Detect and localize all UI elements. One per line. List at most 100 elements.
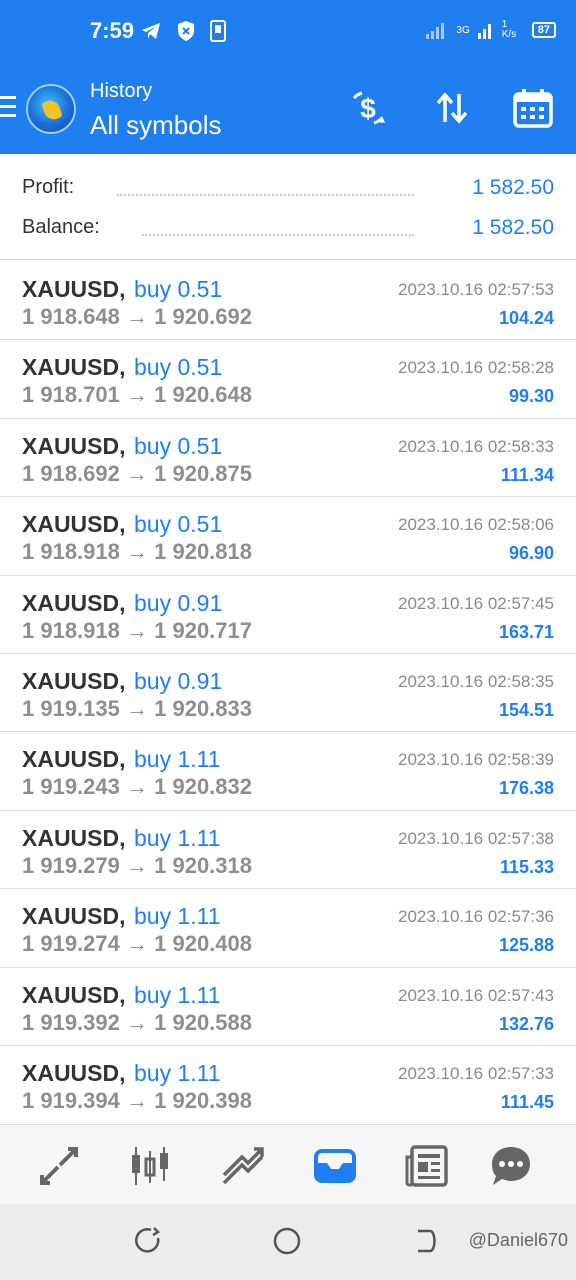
arrow-icon: → (126, 539, 148, 565)
arrow-icon: → (126, 1087, 148, 1113)
trade-icon[interactable] (220, 1143, 266, 1189)
symbol-filter[interactable]: All symbols (90, 110, 221, 141)
profit-row: Profit: 1 582.50 (22, 176, 554, 206)
trade-time: 2023.10.16 02:57:33 (398, 1063, 554, 1083)
arrow-icon: → (126, 382, 148, 408)
trade-row[interactable]: XAUUSD, buy 0.51 1 918.701 → 1 920.648 2… (0, 340, 576, 419)
balance-value: 1 582.50 (472, 216, 554, 239)
trade-type: buy 1.11 (134, 746, 221, 773)
chat-icon[interactable] (488, 1143, 534, 1189)
network-speed: 1 K/s (501, 19, 517, 40)
chart-icon[interactable] (128, 1143, 174, 1189)
calendar-icon[interactable] (512, 88, 553, 128)
close-price: 1 920.398 (154, 1087, 252, 1113)
recents-icon[interactable] (134, 1226, 164, 1256)
trade-profit: 96.90 (508, 543, 554, 564)
trade-type: buy 0.51 (134, 276, 223, 302)
dotted-leader (117, 194, 414, 196)
deals-filter-icon[interactable]: $ (348, 88, 388, 128)
trade-time: 2023.10.16 02:58:28 (398, 358, 554, 378)
open-price: 1 919.135 (22, 695, 120, 721)
trade-time: 2023.10.16 02:58:33 (398, 436, 554, 456)
trade-profit: 163.71 (498, 621, 554, 642)
close-price: 1 920.818 (154, 539, 252, 565)
status-icons-right: 3G 1 K/s 87 (426, 20, 556, 40)
trade-symbol: XAUUSD, (22, 981, 126, 1008)
back-icon[interactable] (412, 1226, 442, 1256)
close-price: 1 920.648 (154, 382, 252, 408)
trade-type: buy 0.51 (134, 511, 223, 538)
open-price: 1 919.274 (22, 931, 120, 957)
trade-list: XAUUSD, buy 0.51 1 918.648 → 1 920.692 2… (0, 262, 576, 1125)
trade-symbol: XAUUSD, (22, 589, 126, 616)
status-icons-left (140, 20, 226, 42)
trade-time: 2023.10.16 02:58:06 (398, 515, 554, 535)
trade-row[interactable]: XAUUSD, buy 0.91 1 918.918 → 1 920.717 2… (0, 575, 576, 654)
trade-row[interactable]: XAUUSD, buy 1.11 1 919.274 → 1 920.408 2… (0, 889, 576, 968)
quotes-icon[interactable] (36, 1143, 82, 1189)
trade-symbol: XAUUSD, (22, 667, 126, 694)
trade-profit: 115.33 (499, 856, 554, 877)
watermark: @Daniel670 (468, 1230, 568, 1250)
trade-row[interactable]: XAUUSD, buy 0.51 1 918.692 → 1 920.875 2… (0, 418, 576, 498)
arrow-icon: → (126, 1009, 148, 1035)
close-price: 1 920.318 (154, 852, 252, 878)
trade-row[interactable]: XAUUSD, buy 0.51 1 918.918 → 1 920.818 2… (0, 497, 576, 576)
trade-symbol: XAUUSD, (22, 824, 126, 851)
close-price: 1 920.717 (154, 617, 252, 643)
news-icon[interactable] (404, 1143, 450, 1189)
open-price: 1 918.648 (22, 304, 120, 329)
trade-symbol: XAUUSD, (22, 746, 126, 773)
trade-time: 2023.10.16 02:58:35 (398, 671, 554, 691)
signal-icon-2 (477, 24, 491, 39)
balance-row: Balance: 1 582.50 (22, 216, 554, 246)
trade-time: 2023.10.16 02:57:43 (398, 985, 554, 1005)
page-title: History (90, 80, 153, 102)
svg-text:$: $ (360, 93, 376, 124)
open-price: 1 918.701 (22, 382, 120, 408)
open-price: 1 919.392 (22, 1009, 120, 1035)
app-bar: History All symbols $ (0, 66, 576, 154)
trade-profit: 125.88 (498, 935, 554, 956)
trade-profit: 176.38 (498, 778, 554, 799)
trade-type: buy 1.11 (134, 981, 221, 1008)
close-price: 1 920.588 (154, 1009, 252, 1035)
trade-row[interactable]: XAUUSD, buy 1.11 1 919.394 → 1 920.398 2… (0, 1045, 576, 1125)
trade-profit: 99.30 (508, 386, 554, 407)
trade-prices: 1 919.279 → 1 920.318 (22, 853, 252, 879)
trade-time: 2023.10.16 02:57:36 (398, 907, 554, 927)
trade-row[interactable]: XAUUSD, buy 1.11 1 919.392 → 1 920.588 2… (0, 967, 576, 1046)
arrow-icon: → (126, 695, 148, 721)
trade-row[interactable]: XAUUSD, buy 1.11 1 919.279 → 1 920.318 2… (0, 810, 576, 890)
close-price: 1 920.408 (154, 931, 252, 957)
sort-icon[interactable] (432, 88, 472, 128)
trade-row[interactable]: XAUUSD, buy 0.91 1 919.135 → 1 920.833 2… (0, 653, 576, 733)
open-price: 1 918.692 (22, 460, 120, 486)
trade-type: buy 0.51 (134, 354, 223, 381)
shield-icon (178, 21, 194, 41)
trade-symbol: XAUUSD, (22, 276, 126, 302)
network-type: 3G (456, 24, 470, 36)
trade-time: 2023.10.16 02:58:39 (398, 750, 554, 770)
arrow-icon: → (126, 304, 148, 329)
open-price: 1 918.918 (22, 539, 120, 565)
telegram-icon (142, 23, 160, 39)
profit-label: Profit: (22, 176, 81, 199)
trade-row[interactable]: XAUUSD, buy 0.51 1 918.648 → 1 920.692 2… (0, 262, 576, 341)
trade-row[interactable]: XAUUSD, buy 1.11 1 919.243 → 1 920.832 2… (0, 732, 576, 811)
trade-symbol: XAUUSD, (22, 511, 126, 538)
trade-symbol: XAUUSD, (22, 903, 126, 930)
trade-prices: 1 919.243 → 1 920.832 (22, 774, 252, 800)
trade-profit: 154.51 (498, 699, 554, 720)
home-icon[interactable] (272, 1226, 302, 1256)
trade-time: 2023.10.16 02:57:45 (398, 593, 554, 613)
trade-profit: 111.34 (500, 464, 554, 485)
trade-type: buy 0.91 (134, 589, 223, 616)
menu-icon[interactable] (0, 96, 16, 118)
trade-prices: 1 918.648 → 1 920.692 (22, 304, 252, 330)
signal-icon (426, 23, 445, 39)
history-icon[interactable] (312, 1143, 358, 1189)
close-price: 1 920.833 (154, 695, 252, 721)
balance-label: Balance: (22, 216, 106, 239)
bottom-nav (0, 1124, 576, 1204)
